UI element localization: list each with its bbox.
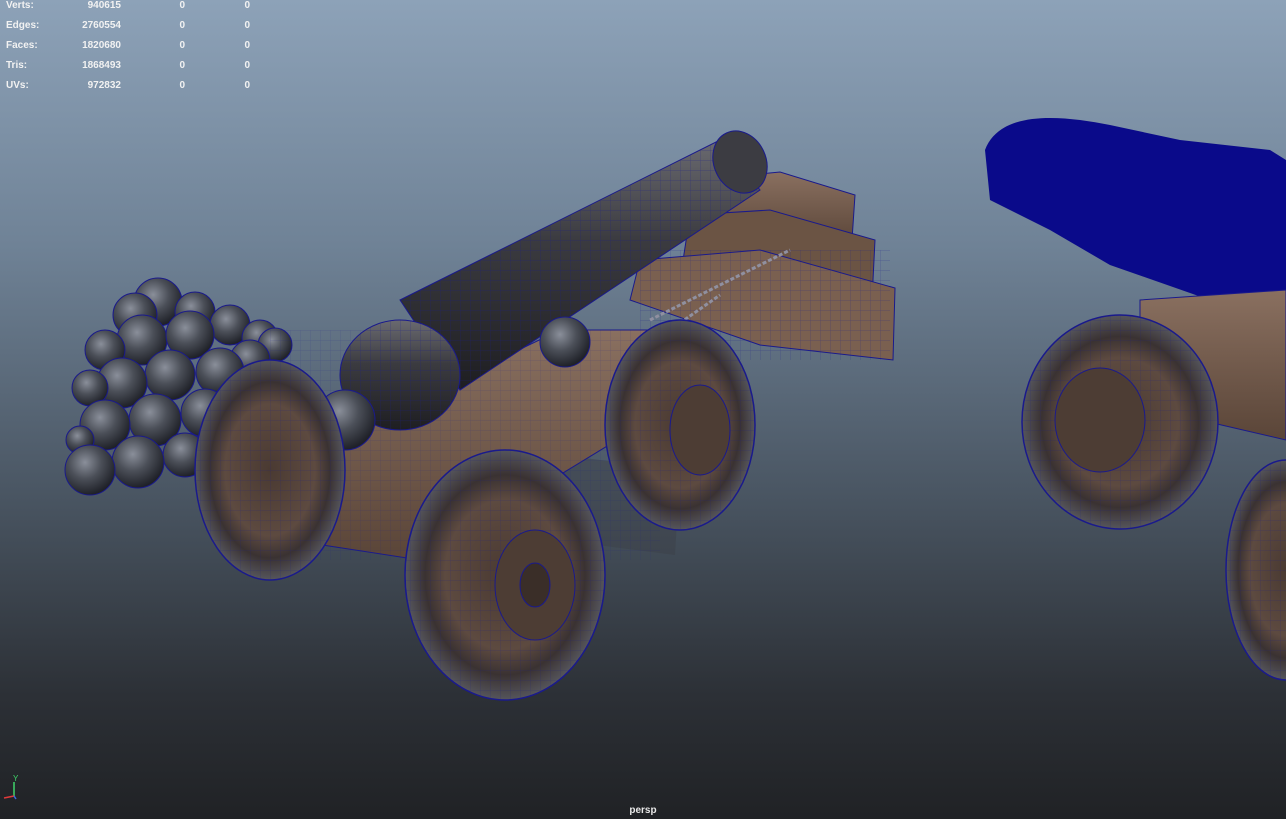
hud-component-value: 0 [244, 80, 250, 91]
hud-selected-value: 0 [179, 60, 185, 71]
hud-selected-value: 0 [179, 80, 185, 91]
wheel-back-left [194, 359, 346, 581]
hud-label: Verts: [6, 0, 34, 11]
hud-label: UVs: [6, 80, 29, 91]
hud-component-value: 0 [244, 20, 250, 31]
hud-component-value: 0 [244, 0, 250, 11]
hud-selected-value: 0 [179, 20, 185, 31]
hud-row-uvs: UVs: 972832 0 0 [6, 80, 266, 100]
hud-component-value: 0 [244, 60, 250, 71]
hud-row-edges: Edges: 2760554 0 0 [6, 20, 266, 40]
hud-total-value: 2760554 [82, 20, 121, 31]
hud-row-verts: Verts: 940615 0 0 [6, 0, 266, 20]
hud-component-value: 0 [244, 40, 250, 51]
hud-label: Tris: [6, 60, 28, 71]
view-axis-icon: Y [3, 774, 19, 800]
wheel-back-right [604, 319, 756, 531]
hud-label: Edges: [6, 20, 40, 31]
hud-selected-value: 0 [179, 40, 185, 51]
wheel-front [404, 449, 606, 701]
hud-label: Faces: [6, 40, 38, 51]
axis-y-label: Y [13, 774, 19, 783]
perspective-viewport[interactable]: Verts: 940615 0 0 Edges: 2760554 0 0 Fac… [0, 0, 1286, 819]
hud-total-value: 972832 [87, 80, 121, 91]
hud-total-value: 1820680 [82, 40, 121, 51]
hud-row-tris: Tris: 1868493 0 0 [6, 60, 266, 80]
scene-3d[interactable] [0, 0, 1286, 819]
poly-count-hud: Verts: 940615 0 0 Edges: 2760554 0 0 Fac… [6, 0, 266, 100]
hud-total-value: 1868493 [82, 60, 121, 71]
second-cannon [985, 117, 1286, 681]
hud-row-faces: Faces: 1820680 0 0 [6, 40, 266, 60]
hud-total-value: 940615 [87, 0, 121, 11]
camera-name-label: persp [629, 805, 657, 816]
hud-selected-value: 0 [179, 0, 185, 11]
